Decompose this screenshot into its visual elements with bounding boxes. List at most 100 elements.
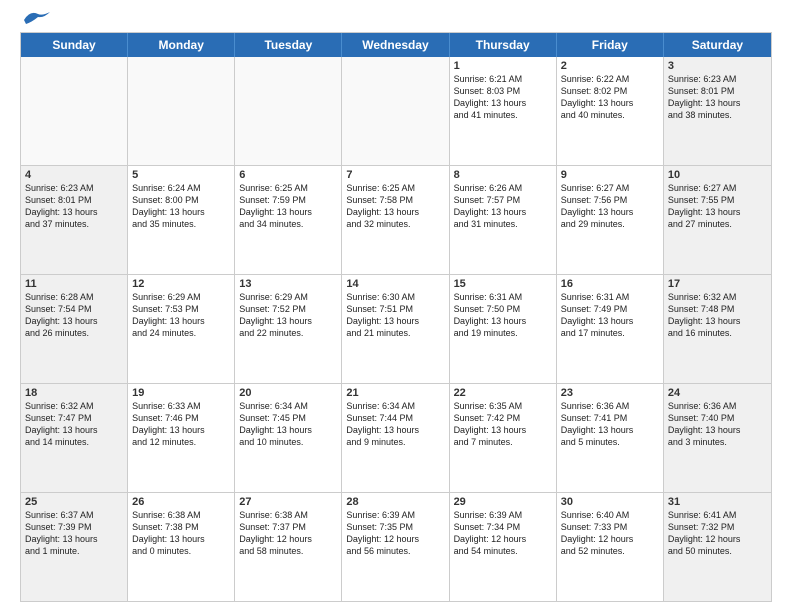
day-cell: 19Sunrise: 6:33 AM Sunset: 7:46 PM Dayli… (128, 384, 235, 492)
day-cell: 5Sunrise: 6:24 AM Sunset: 8:00 PM Daylig… (128, 166, 235, 274)
day-number: 22 (454, 387, 552, 399)
day-cell: 31Sunrise: 6:41 AM Sunset: 7:32 PM Dayli… (664, 493, 771, 601)
day-number: 5 (132, 169, 230, 181)
day-number: 19 (132, 387, 230, 399)
day-cell: 21Sunrise: 6:34 AM Sunset: 7:44 PM Dayli… (342, 384, 449, 492)
day-info: Sunrise: 6:27 AM Sunset: 7:55 PM Dayligh… (668, 182, 767, 231)
day-cell (342, 57, 449, 165)
day-header-friday: Friday (557, 33, 664, 57)
day-headers-row: SundayMondayTuesdayWednesdayThursdayFrid… (21, 33, 771, 57)
day-info: Sunrise: 6:22 AM Sunset: 8:02 PM Dayligh… (561, 73, 659, 122)
day-cell: 6Sunrise: 6:25 AM Sunset: 7:59 PM Daylig… (235, 166, 342, 274)
day-info: Sunrise: 6:23 AM Sunset: 8:01 PM Dayligh… (668, 73, 767, 122)
day-cell: 30Sunrise: 6:40 AM Sunset: 7:33 PM Dayli… (557, 493, 664, 601)
day-info: Sunrise: 6:25 AM Sunset: 7:58 PM Dayligh… (346, 182, 444, 231)
day-number: 24 (668, 387, 767, 399)
day-info: Sunrise: 6:39 AM Sunset: 7:34 PM Dayligh… (454, 509, 552, 558)
day-info: Sunrise: 6:29 AM Sunset: 7:52 PM Dayligh… (239, 291, 337, 340)
day-info: Sunrise: 6:36 AM Sunset: 7:41 PM Dayligh… (561, 400, 659, 449)
day-info: Sunrise: 6:26 AM Sunset: 7:57 PM Dayligh… (454, 182, 552, 231)
day-cell: 20Sunrise: 6:34 AM Sunset: 7:45 PM Dayli… (235, 384, 342, 492)
day-info: Sunrise: 6:35 AM Sunset: 7:42 PM Dayligh… (454, 400, 552, 449)
day-header-saturday: Saturday (664, 33, 771, 57)
day-number: 4 (25, 169, 123, 181)
day-cell: 2Sunrise: 6:22 AM Sunset: 8:02 PM Daylig… (557, 57, 664, 165)
day-info: Sunrise: 6:31 AM Sunset: 7:50 PM Dayligh… (454, 291, 552, 340)
day-info: Sunrise: 6:23 AM Sunset: 8:01 PM Dayligh… (25, 182, 123, 231)
day-number: 15 (454, 278, 552, 290)
day-cell (235, 57, 342, 165)
day-info: Sunrise: 6:34 AM Sunset: 7:45 PM Dayligh… (239, 400, 337, 449)
week-row-5: 25Sunrise: 6:37 AM Sunset: 7:39 PM Dayli… (21, 493, 771, 601)
day-header-wednesday: Wednesday (342, 33, 449, 57)
day-info: Sunrise: 6:29 AM Sunset: 7:53 PM Dayligh… (132, 291, 230, 340)
day-info: Sunrise: 6:38 AM Sunset: 7:37 PM Dayligh… (239, 509, 337, 558)
day-cell: 26Sunrise: 6:38 AM Sunset: 7:38 PM Dayli… (128, 493, 235, 601)
day-number: 3 (668, 60, 767, 72)
day-cell: 22Sunrise: 6:35 AM Sunset: 7:42 PM Dayli… (450, 384, 557, 492)
day-info: Sunrise: 6:25 AM Sunset: 7:59 PM Dayligh… (239, 182, 337, 231)
day-number: 16 (561, 278, 659, 290)
day-cell: 7Sunrise: 6:25 AM Sunset: 7:58 PM Daylig… (342, 166, 449, 274)
day-number: 7 (346, 169, 444, 181)
day-number: 14 (346, 278, 444, 290)
day-cell: 3Sunrise: 6:23 AM Sunset: 8:01 PM Daylig… (664, 57, 771, 165)
day-number: 27 (239, 496, 337, 508)
bird-icon (22, 8, 50, 26)
page: SundayMondayTuesdayWednesdayThursdayFrid… (0, 0, 792, 612)
day-number: 18 (25, 387, 123, 399)
calendar: SundayMondayTuesdayWednesdayThursdayFrid… (20, 32, 772, 602)
week-row-2: 4Sunrise: 6:23 AM Sunset: 8:01 PM Daylig… (21, 166, 771, 275)
day-number: 30 (561, 496, 659, 508)
day-cell (21, 57, 128, 165)
day-info: Sunrise: 6:33 AM Sunset: 7:46 PM Dayligh… (132, 400, 230, 449)
day-info: Sunrise: 6:31 AM Sunset: 7:49 PM Dayligh… (561, 291, 659, 340)
day-cell: 23Sunrise: 6:36 AM Sunset: 7:41 PM Dayli… (557, 384, 664, 492)
day-number: 29 (454, 496, 552, 508)
day-cell: 1Sunrise: 6:21 AM Sunset: 8:03 PM Daylig… (450, 57, 557, 165)
day-number: 2 (561, 60, 659, 72)
day-info: Sunrise: 6:39 AM Sunset: 7:35 PM Dayligh… (346, 509, 444, 558)
day-number: 31 (668, 496, 767, 508)
day-number: 21 (346, 387, 444, 399)
day-header-sunday: Sunday (21, 33, 128, 57)
day-number: 11 (25, 278, 123, 290)
day-info: Sunrise: 6:24 AM Sunset: 8:00 PM Dayligh… (132, 182, 230, 231)
day-cell: 17Sunrise: 6:32 AM Sunset: 7:48 PM Dayli… (664, 275, 771, 383)
day-cell (128, 57, 235, 165)
day-info: Sunrise: 6:41 AM Sunset: 7:32 PM Dayligh… (668, 509, 767, 558)
day-cell: 18Sunrise: 6:32 AM Sunset: 7:47 PM Dayli… (21, 384, 128, 492)
day-cell: 14Sunrise: 6:30 AM Sunset: 7:51 PM Dayli… (342, 275, 449, 383)
day-number: 8 (454, 169, 552, 181)
day-cell: 27Sunrise: 6:38 AM Sunset: 7:37 PM Dayli… (235, 493, 342, 601)
day-cell: 16Sunrise: 6:31 AM Sunset: 7:49 PM Dayli… (557, 275, 664, 383)
day-info: Sunrise: 6:27 AM Sunset: 7:56 PM Dayligh… (561, 182, 659, 231)
day-number: 25 (25, 496, 123, 508)
day-number: 12 (132, 278, 230, 290)
day-cell: 9Sunrise: 6:27 AM Sunset: 7:56 PM Daylig… (557, 166, 664, 274)
week-row-3: 11Sunrise: 6:28 AM Sunset: 7:54 PM Dayli… (21, 275, 771, 384)
day-cell: 8Sunrise: 6:26 AM Sunset: 7:57 PM Daylig… (450, 166, 557, 274)
day-number: 6 (239, 169, 337, 181)
day-info: Sunrise: 6:21 AM Sunset: 8:03 PM Dayligh… (454, 73, 552, 122)
day-info: Sunrise: 6:28 AM Sunset: 7:54 PM Dayligh… (25, 291, 123, 340)
day-header-thursday: Thursday (450, 33, 557, 57)
day-cell: 25Sunrise: 6:37 AM Sunset: 7:39 PM Dayli… (21, 493, 128, 601)
day-number: 20 (239, 387, 337, 399)
day-number: 17 (668, 278, 767, 290)
day-number: 28 (346, 496, 444, 508)
day-info: Sunrise: 6:30 AM Sunset: 7:51 PM Dayligh… (346, 291, 444, 340)
day-cell: 13Sunrise: 6:29 AM Sunset: 7:52 PM Dayli… (235, 275, 342, 383)
day-info: Sunrise: 6:38 AM Sunset: 7:38 PM Dayligh… (132, 509, 230, 558)
day-number: 10 (668, 169, 767, 181)
day-info: Sunrise: 6:40 AM Sunset: 7:33 PM Dayligh… (561, 509, 659, 558)
day-cell: 15Sunrise: 6:31 AM Sunset: 7:50 PM Dayli… (450, 275, 557, 383)
day-number: 13 (239, 278, 337, 290)
day-cell: 24Sunrise: 6:36 AM Sunset: 7:40 PM Dayli… (664, 384, 771, 492)
day-info: Sunrise: 6:32 AM Sunset: 7:48 PM Dayligh… (668, 291, 767, 340)
weeks-container: 1Sunrise: 6:21 AM Sunset: 8:03 PM Daylig… (21, 57, 771, 601)
day-number: 26 (132, 496, 230, 508)
day-cell: 12Sunrise: 6:29 AM Sunset: 7:53 PM Dayli… (128, 275, 235, 383)
header (20, 16, 772, 24)
logo (20, 16, 50, 24)
